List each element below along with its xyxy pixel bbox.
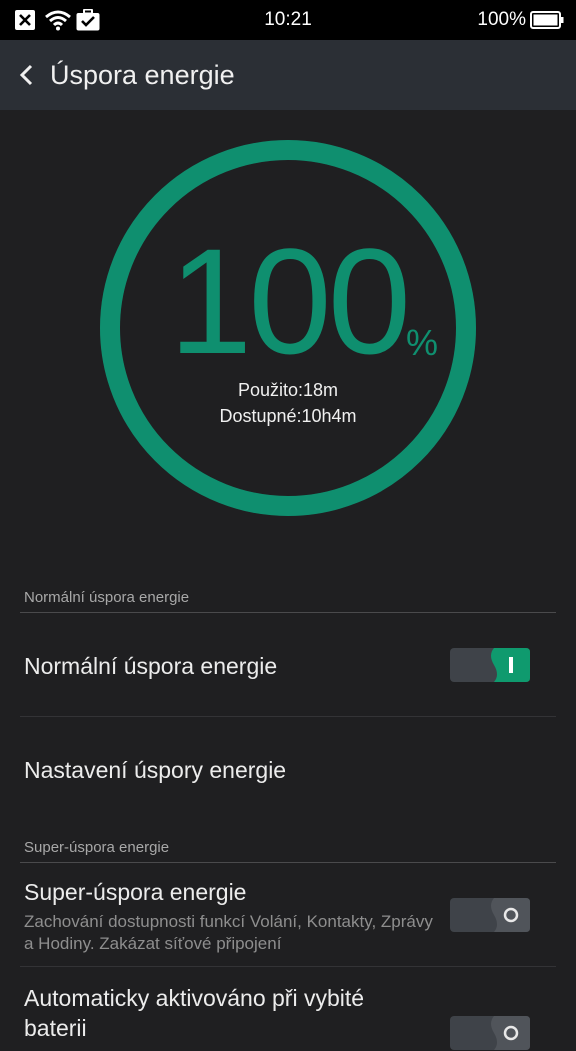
section-divider	[20, 612, 556, 613]
super-saving-description: Zachování dostupnosti funkcí Volání, Kon…	[24, 912, 433, 953]
page-title: Úspora energie	[50, 60, 235, 90]
row-divider	[20, 966, 556, 967]
remaining-time: Dostupné:10h4m	[219, 406, 357, 426]
battery-icon	[530, 11, 564, 29]
app-bar: Úspora energie	[0, 40, 576, 110]
battery-percent: 100%	[477, 9, 526, 30]
normal-saving-label: Normální úspora energie	[24, 653, 278, 679]
section-header-super: Super-úspora energie	[24, 839, 170, 856]
usage-time: Použito:18m	[237, 380, 339, 400]
saving-settings-label: Nastavení úspory energie	[24, 757, 287, 783]
status-bar: 10:21 100%	[0, 0, 576, 40]
battery-level-value: 100	[168, 217, 411, 385]
row-divider	[20, 716, 556, 717]
normal-saving-toggle[interactable]	[450, 647, 530, 683]
super-saving-toggle[interactable]	[450, 897, 530, 933]
auto-activate-label: Automaticky aktivováno při vybité bateri…	[24, 985, 365, 1041]
battery-percent-sign: %	[406, 322, 439, 363]
chevron-left-icon	[19, 64, 33, 86]
back-button[interactable]	[10, 57, 46, 93]
super-saving-label: Super-úspora energie	[24, 879, 247, 905]
section-header-normal: Normální úspora energie	[24, 589, 190, 606]
auto-activate-toggle[interactable]	[450, 1015, 530, 1051]
section-divider	[20, 862, 556, 863]
